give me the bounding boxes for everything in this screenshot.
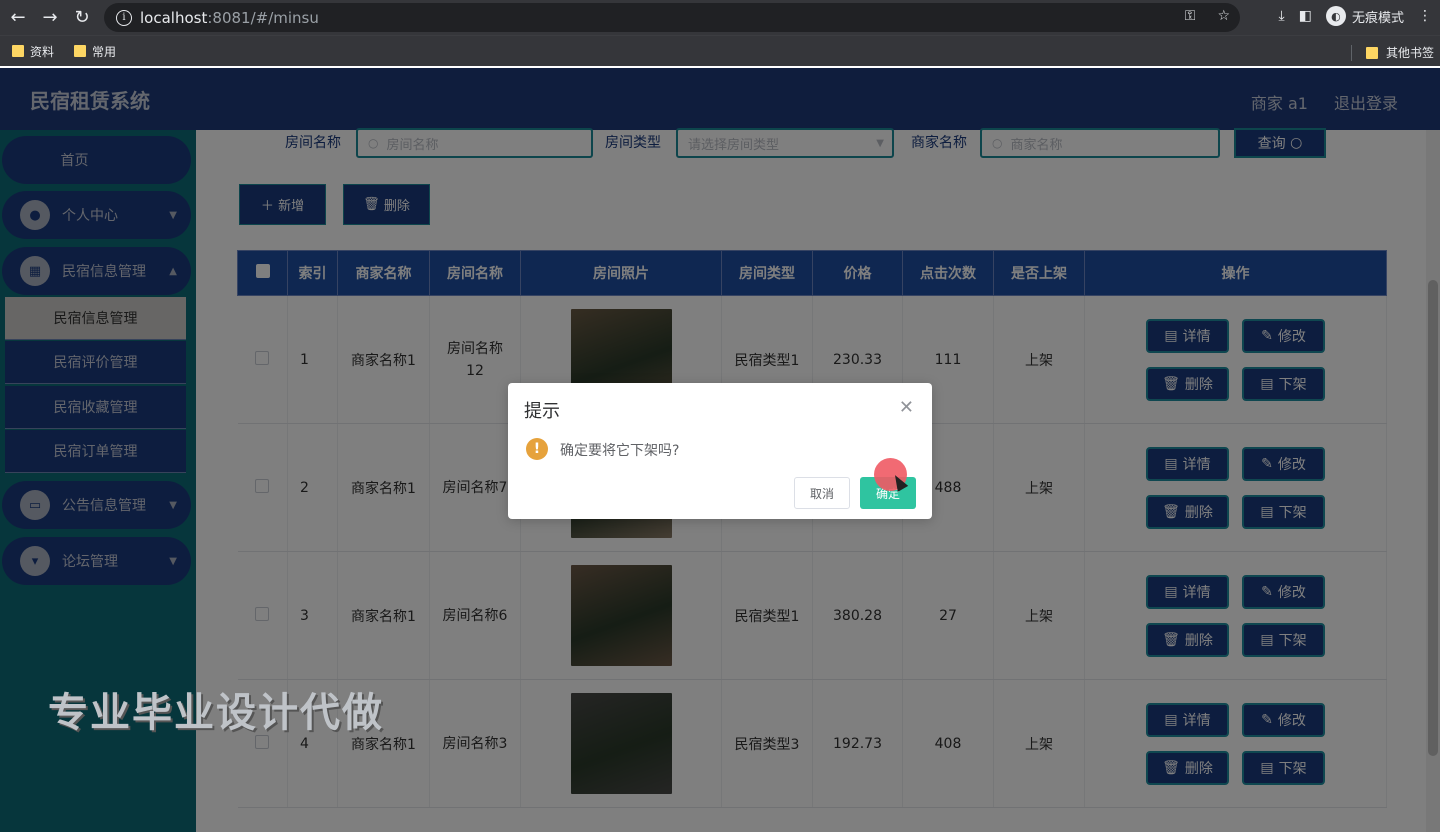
confirm-dialog: 提示 ✕ ! 确定要将它下架吗? 取消 确定 (508, 383, 932, 519)
watermark: 专业毕业设计代做 (48, 690, 384, 736)
incognito-icon: ◐ (1325, 6, 1346, 26)
folder-icon (12, 45, 24, 57)
bookmark-folder-2[interactable]: 常用 (74, 43, 116, 60)
key-icon[interactable]: ⚿ (1185, 8, 1196, 24)
folder-icon (74, 45, 87, 57)
other-bookmarks[interactable]: 其他书签 (1350, 44, 1434, 61)
dialog-message: 确定要将它下架吗? (560, 443, 680, 459)
url-host: localhost (140, 8, 208, 27)
bookmark-star-icon[interactable]: ☆ (1217, 8, 1230, 24)
incognito-label: 无痕模式 (1351, 10, 1404, 26)
bookmarks-bar: 资料 常用 其他书签 (0, 35, 1440, 66)
address-bar[interactable]: i localhost:8081/#/minsu ⚿ ☆ (104, 3, 1240, 32)
site-info-icon[interactable]: i (116, 9, 132, 26)
dialog-title: 提示 (524, 401, 560, 422)
back-icon[interactable]: ← (2, 2, 34, 34)
reload-icon[interactable]: ↻ (66, 2, 98, 34)
menu-dots-icon[interactable]: ⋮ (1418, 8, 1432, 24)
folder-icon (1365, 46, 1378, 59)
separator (1350, 44, 1352, 61)
other-bookmarks-label: 其他书签 (1385, 46, 1434, 60)
cancel-button[interactable]: 取消 (794, 477, 850, 509)
url-path: :8081/#/minsu (207, 8, 319, 27)
side-panel-icon[interactable]: ◧ (1299, 8, 1312, 24)
incognito-indicator[interactable]: ◐ 无痕模式 (1325, 6, 1404, 26)
download-icon[interactable]: ⤓ (1279, 8, 1285, 24)
bookmark-folder-1[interactable]: 资料 (12, 43, 54, 60)
bookmark-label: 常用 (92, 44, 117, 59)
warning-icon: ! (526, 438, 548, 460)
forward-icon[interactable]: → (34, 2, 66, 34)
bookmark-label: 资料 (30, 44, 55, 59)
close-icon[interactable]: ✕ (899, 397, 914, 418)
browser-toolbar: ← → ↻ i localhost:8081/#/minsu ⚿ ☆ ⤓ ◧ ◐… (0, 0, 1440, 35)
